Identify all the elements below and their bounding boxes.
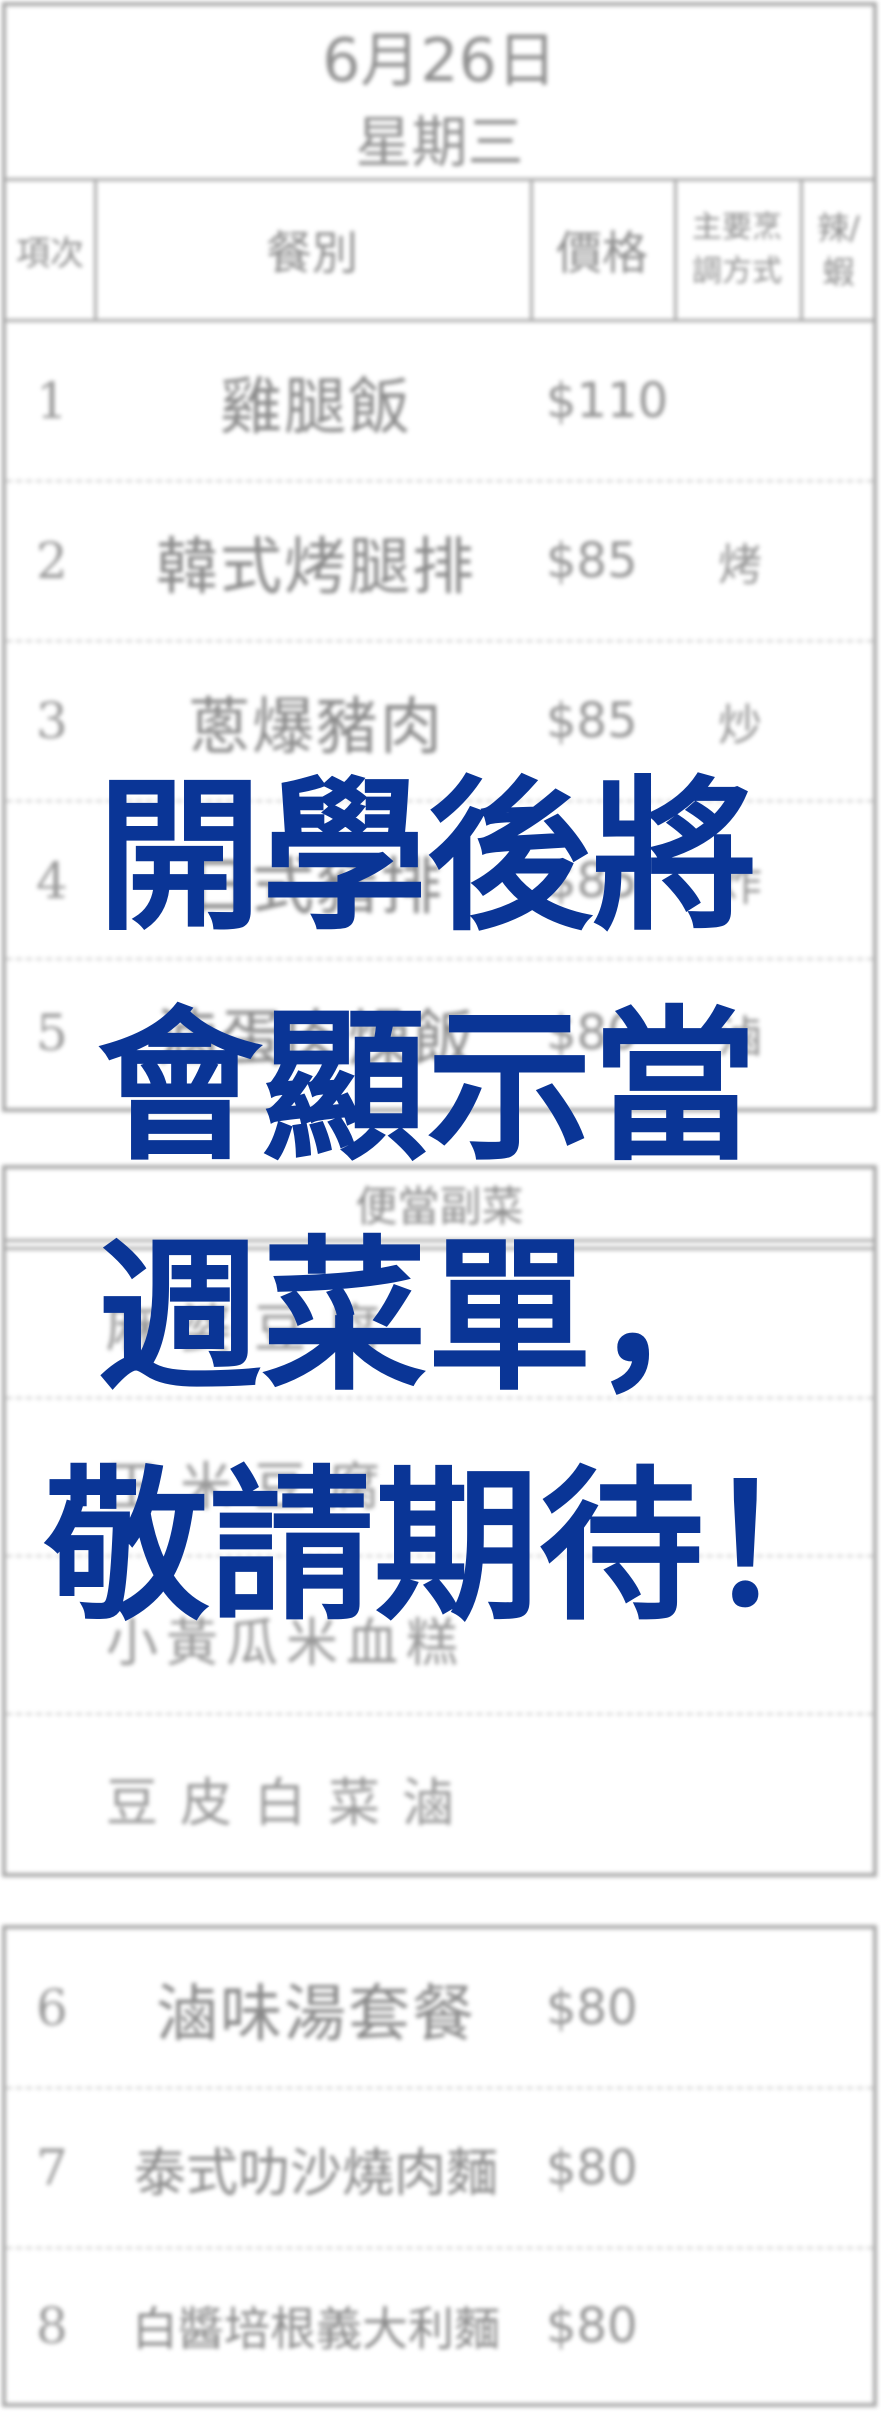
- item-price: $80: [546, 2298, 638, 2354]
- notice-line-2: 會顯示當: [97, 991, 757, 1183]
- noodle-menu-box: 6 滷味湯套餐 $80 7 泰式叻沙燒肉麵 $80 8 白醬培根義大利麵 $80: [2, 1925, 877, 2407]
- item-name: 白醬培根義大利麵: [132, 2302, 500, 2356]
- item-price: $80: [546, 1980, 638, 2036]
- header-item: 項次: [16, 233, 84, 274]
- table-row: 6 滷味湯套餐 $80: [6, 1929, 873, 2087]
- header-cooking-line1: 主要烹: [692, 210, 782, 245]
- divider: [6, 1713, 873, 1715]
- item-number: 6: [36, 1979, 68, 2037]
- item-name: 泰式叻沙燒肉麵: [133, 2143, 498, 2204]
- item-cooking: 烤: [718, 540, 762, 591]
- item-name: 韓式烤腿排: [155, 530, 476, 603]
- header-price: 價格: [556, 226, 648, 280]
- item-number: 8: [36, 2297, 68, 2355]
- item-number: 7: [36, 2139, 68, 2197]
- header-meal: 餐別: [266, 226, 358, 280]
- item-name: 雞腿飯: [219, 370, 412, 443]
- header-spicy-line1: 辣/: [817, 209, 860, 247]
- item-number: 2: [36, 532, 68, 590]
- table-row: 7 泰式叻沙燒肉麵 $80: [6, 2089, 873, 2247]
- menu-date: 6月26日: [322, 26, 557, 96]
- notice-line-3: 週菜單，: [97, 1221, 757, 1413]
- menu-weekday: 星期三: [355, 111, 524, 176]
- notice-line-1: 開學後將: [97, 761, 757, 953]
- side-dish-item: 豆皮白菜滷: [106, 1774, 477, 1834]
- table-row: 8 白醬培根義大利麵 $80: [6, 2247, 873, 2405]
- header-cooking-line2: 調方式: [692, 254, 782, 289]
- item-price: $80: [546, 2140, 638, 2196]
- item-number: 5: [36, 1004, 68, 1062]
- header-cooking: 主要烹 調方式: [674, 181, 800, 319]
- item-number: 4: [36, 852, 68, 910]
- header-spicy-line2: 蝦: [822, 253, 855, 291]
- item-number: 3: [36, 692, 68, 750]
- item-number: 1: [36, 372, 68, 430]
- table-row: 1 雞腿飯 $110: [6, 322, 873, 480]
- notice-line-4: 敬請期待！: [44, 1451, 869, 1643]
- header-spicy: 辣/ 蝦: [800, 181, 877, 319]
- item-price: $85: [546, 533, 638, 589]
- table-row: 2 韓式烤腿排 $85 烤: [6, 482, 873, 640]
- item-price: $110: [546, 373, 669, 429]
- table-header-row: 項次 餐別 價格 主要烹 調方式 辣/ 蝦: [6, 181, 873, 319]
- item-name: 滷味湯套餐: [155, 1977, 476, 2050]
